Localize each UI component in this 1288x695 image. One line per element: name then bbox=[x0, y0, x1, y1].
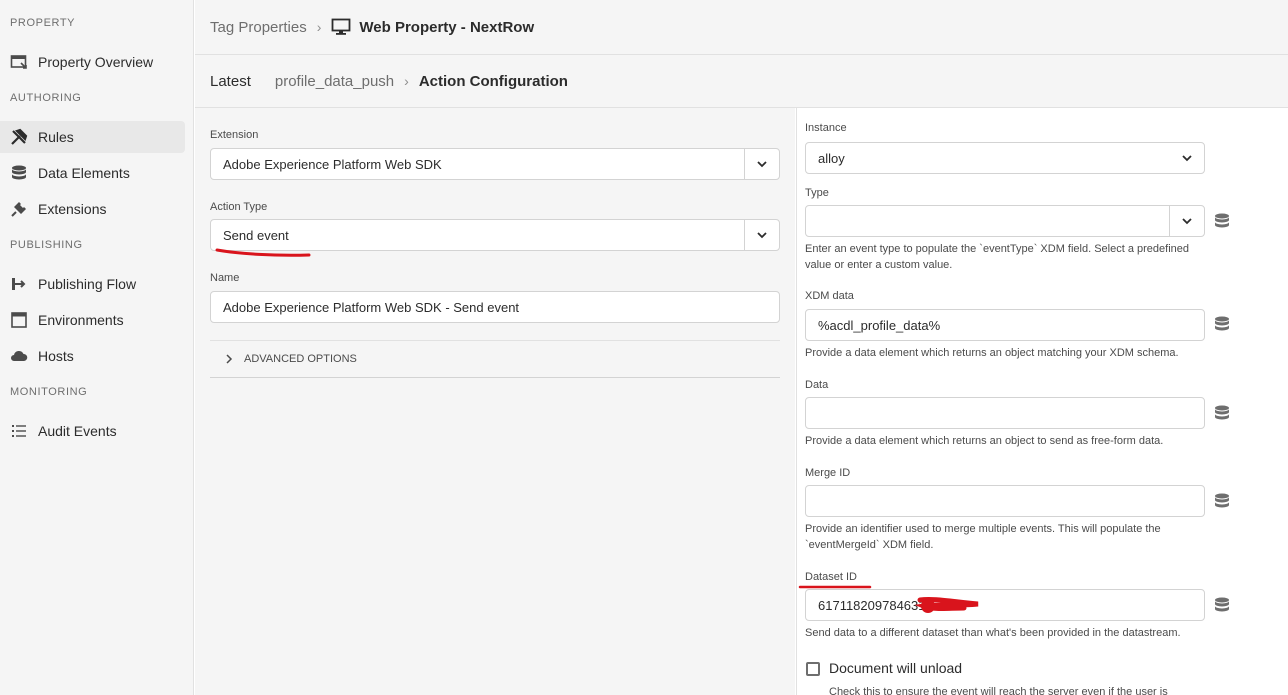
sub-breadcrumb: Latest profile_data_push › Action Config… bbox=[195, 55, 1288, 108]
type-dropdown-button[interactable] bbox=[1169, 206, 1204, 236]
sidebar-item-environments[interactable]: Environments bbox=[0, 304, 185, 336]
cloud-icon bbox=[10, 347, 28, 365]
sidebar: PROPERTY Property Overview AUTHORING Rul… bbox=[0, 0, 194, 695]
document-unload-checkbox[interactable] bbox=[806, 662, 820, 676]
document-unload-label[interactable]: Document will unload bbox=[829, 660, 962, 676]
advanced-options-toggle[interactable]: ADVANCED OPTIONS bbox=[210, 340, 780, 378]
sidebar-item-data-elements[interactable]: Data Elements bbox=[0, 157, 185, 189]
name-input[interactable]: Adobe Experience Platform Web SDK - Send… bbox=[210, 291, 780, 323]
data-element-picker-icon[interactable] bbox=[1213, 315, 1231, 333]
data-element-picker-icon[interactable] bbox=[1213, 492, 1231, 510]
chevron-right-icon: › bbox=[404, 73, 409, 89]
sidebar-item-label: Environments bbox=[38, 312, 124, 328]
xdm-help-text: Provide a data element which returns an … bbox=[805, 347, 1179, 359]
chevron-down-icon bbox=[1182, 218, 1192, 225]
data-label: Data bbox=[805, 379, 829, 391]
chevron-down-icon bbox=[1181, 155, 1192, 162]
sidebar-item-label: Audit Events bbox=[38, 423, 117, 439]
data-element-picker-icon[interactable] bbox=[1213, 212, 1231, 230]
chevron-right-icon bbox=[226, 354, 233, 364]
sidebar-item-label: Publishing Flow bbox=[38, 276, 137, 292]
type-label: Type bbox=[805, 187, 829, 199]
sidebar-item-hosts[interactable]: Hosts bbox=[0, 340, 185, 372]
data-input[interactable] bbox=[805, 397, 1205, 429]
document-unload-help-text: Check this to ensure the event will reac… bbox=[829, 686, 1168, 695]
merge-id-help-text: Provide an identifier used to merge mult… bbox=[805, 523, 1161, 551]
extension-value: Adobe Experience Platform Web SDK bbox=[223, 156, 442, 172]
data-elements-icon bbox=[10, 164, 28, 182]
left-panel: Extension Adobe Experience Platform Web … bbox=[195, 108, 795, 695]
list-icon bbox=[10, 422, 28, 440]
merge-id-label: Merge ID bbox=[805, 467, 851, 479]
dataset-id-value: 6171182097846319 bbox=[818, 597, 933, 613]
breadcrumb-property[interactable]: Web Property - NextRow bbox=[359, 19, 534, 36]
dataset-id-label: Dataset ID bbox=[805, 571, 857, 583]
chevron-right-icon: › bbox=[316, 19, 322, 35]
monitor-icon bbox=[331, 18, 351, 35]
extension-dropdown-button[interactable] bbox=[744, 149, 779, 179]
breadcrumb: Tag Properties › Web Property - NextRow bbox=[195, 0, 1288, 55]
extension-label: Extension bbox=[210, 129, 259, 141]
section-header-monitoring: MONITORING bbox=[10, 386, 88, 398]
rules-icon bbox=[10, 128, 28, 146]
sidebar-item-property-overview[interactable]: Property Overview bbox=[0, 46, 185, 78]
section-header-property: PROPERTY bbox=[10, 17, 76, 29]
xdm-data-label: XDM data bbox=[805, 290, 854, 302]
instance-dropdown-button[interactable] bbox=[1169, 143, 1204, 173]
page-title: Action Configuration bbox=[418, 72, 568, 90]
action-type-select[interactable]: Send event bbox=[210, 219, 780, 251]
data-element-picker-icon[interactable] bbox=[1213, 596, 1231, 614]
section-header-publishing: PUBLISHING bbox=[10, 239, 83, 251]
merge-id-input[interactable] bbox=[805, 485, 1205, 517]
sidebar-item-label: Property Overview bbox=[38, 54, 154, 70]
sidebar-item-label: Hosts bbox=[38, 348, 74, 364]
breadcrumb-rule[interactable]: profile_data_push bbox=[275, 73, 394, 90]
data-help-text: Provide a data element which returns an … bbox=[805, 435, 1164, 447]
data-element-picker-icon[interactable] bbox=[1213, 404, 1231, 422]
chevron-down-icon bbox=[757, 232, 767, 239]
instance-value: alloy bbox=[818, 150, 845, 166]
xdm-data-value: %acdl_profile_data% bbox=[818, 317, 941, 333]
advanced-options-label: ADVANCED OPTIONS bbox=[244, 353, 357, 365]
instance-label: Instance bbox=[805, 122, 847, 134]
publishing-flow-icon bbox=[10, 275, 28, 293]
action-type-value: Send event bbox=[223, 227, 289, 243]
sidebar-item-label: Extensions bbox=[38, 201, 107, 217]
chevron-down-icon bbox=[757, 161, 767, 168]
property-overview-icon bbox=[10, 53, 28, 71]
name-label: Name bbox=[210, 272, 240, 284]
section-header-authoring: AUTHORING bbox=[10, 92, 82, 104]
sidebar-item-label: Rules bbox=[38, 129, 74, 145]
action-type-label: Action Type bbox=[210, 201, 268, 213]
type-combobox[interactable] bbox=[805, 205, 1205, 237]
dataset-id-input[interactable]: 6171182097846319 bbox=[805, 589, 1205, 621]
extension-select[interactable]: Adobe Experience Platform Web SDK bbox=[210, 148, 780, 180]
sidebar-item-extensions[interactable]: Extensions bbox=[0, 193, 185, 225]
sidebar-item-label: Data Elements bbox=[38, 165, 130, 181]
instance-select[interactable]: alloy bbox=[805, 142, 1205, 174]
dataset-id-help-text: Send data to a different dataset than wh… bbox=[805, 627, 1181, 639]
sidebar-item-publishing-flow[interactable]: Publishing Flow bbox=[0, 268, 185, 300]
latest-label[interactable]: Latest bbox=[210, 73, 251, 90]
type-help-text: Enter an event type to populate the `eve… bbox=[805, 243, 1190, 271]
right-panel: Instance alloy Type Enter an event type … bbox=[796, 108, 1288, 695]
action-type-dropdown-button[interactable] bbox=[744, 220, 779, 250]
extensions-icon bbox=[10, 200, 28, 218]
xdm-data-input[interactable]: %acdl_profile_data% bbox=[805, 309, 1205, 341]
environments-icon bbox=[10, 311, 28, 329]
name-value: Adobe Experience Platform Web SDK - Send… bbox=[223, 299, 520, 315]
sidebar-item-audit-events[interactable]: Audit Events bbox=[0, 415, 185, 447]
sidebar-item-rules[interactable]: Rules bbox=[0, 121, 185, 153]
breadcrumb-tag-properties[interactable]: Tag Properties bbox=[210, 19, 307, 36]
